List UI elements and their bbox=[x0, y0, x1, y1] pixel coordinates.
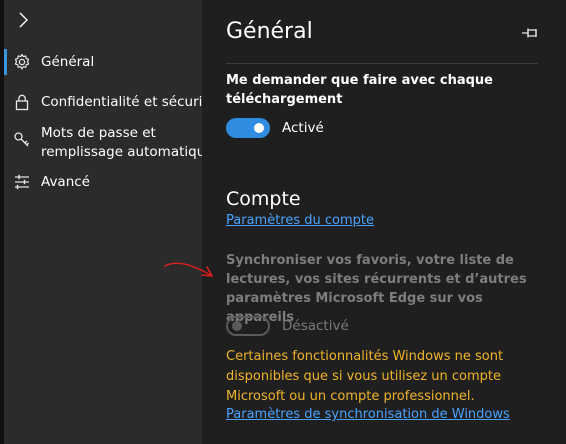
settings-main-pane: Général Me demander que faire avec chaqu… bbox=[202, 0, 566, 444]
sliders-icon bbox=[13, 173, 31, 191]
gear-icon bbox=[13, 53, 31, 71]
account-settings-link[interactable]: Paramètres du compte bbox=[226, 213, 374, 228]
download-prompt-state: Activé bbox=[282, 120, 324, 136]
sync-state: Désactivé bbox=[282, 318, 349, 334]
windows-sync-settings-link[interactable]: Paramètres de synchronisation de Windows bbox=[226, 407, 510, 422]
annotation-arrow-icon bbox=[162, 258, 218, 284]
nav-item-label: Avancé bbox=[41, 174, 90, 190]
chevron-right-icon[interactable] bbox=[14, 10, 34, 30]
toggle-knob bbox=[254, 123, 264, 133]
toggle-knob bbox=[232, 321, 242, 331]
divider bbox=[226, 63, 538, 64]
sync-label: Synchroniser vos favoris, votre liste de… bbox=[226, 253, 527, 325]
lock-icon bbox=[13, 93, 31, 111]
account-warning-text: Certaines fonctionnalités Windows ne son… bbox=[226, 349, 504, 404]
nav-item-label: Général bbox=[41, 54, 95, 70]
page-title: Général bbox=[226, 19, 313, 44]
nav-item-label-line2: remplissage automatique bbox=[41, 144, 214, 160]
download-prompt-label: Me demander que faire avec chaque téléch… bbox=[226, 73, 493, 107]
nav-item-label: Confidentialité et sécurité bbox=[41, 94, 216, 110]
settings-window: Général Confidentialité et sécurité Mots… bbox=[0, 0, 566, 444]
nav-item-label: Mots de passe et bbox=[41, 125, 156, 141]
download-prompt-toggle[interactable] bbox=[226, 118, 270, 138]
key-icon bbox=[13, 131, 31, 149]
pin-icon[interactable] bbox=[520, 24, 540, 42]
account-section-title: Compte bbox=[226, 188, 301, 210]
settings-nav: Général Confidentialité et sécurité Mots… bbox=[0, 0, 216, 444]
sync-toggle[interactable] bbox=[226, 316, 270, 336]
